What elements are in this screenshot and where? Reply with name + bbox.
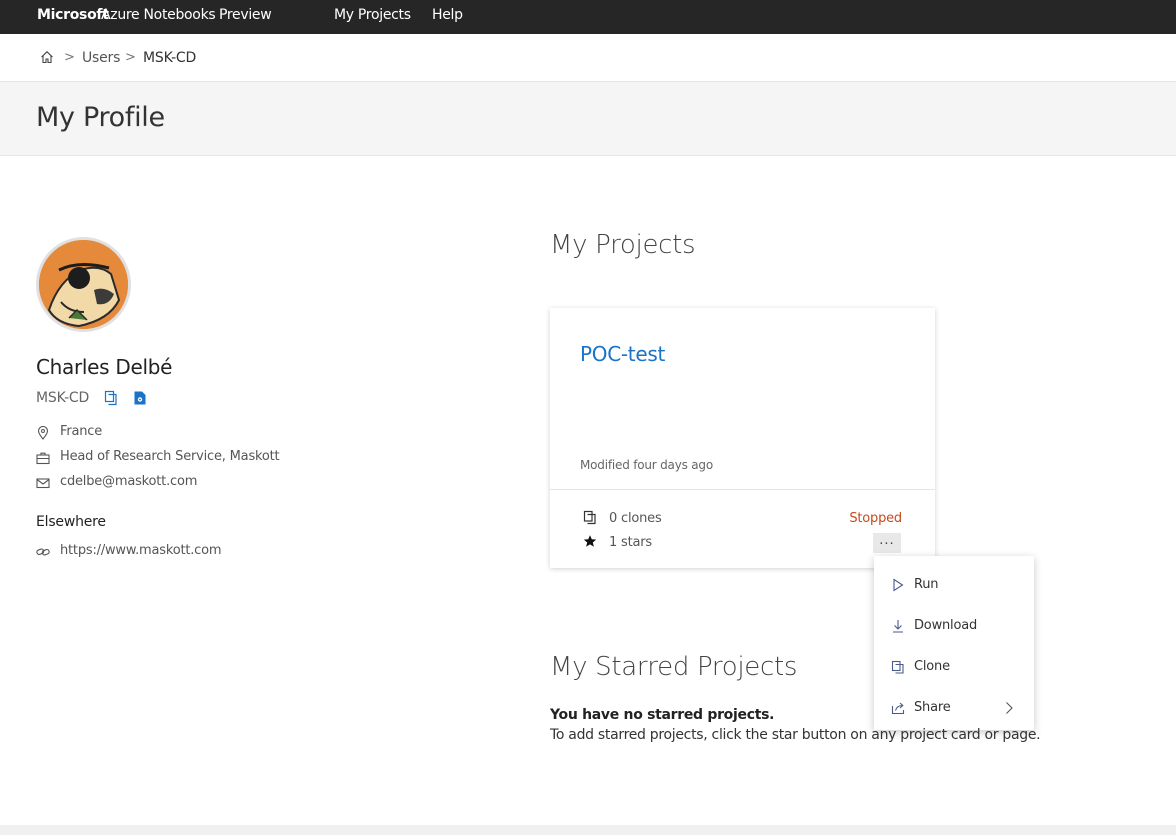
settings-file-icon[interactable] bbox=[133, 390, 147, 406]
menu-item-clone[interactable]: Clone bbox=[874, 648, 1034, 688]
brand-microsoft[interactable]: Microsoft bbox=[37, 7, 109, 23]
breadcrumb: > Users > MSK-CD bbox=[0, 34, 1176, 82]
breadcrumb-users[interactable]: Users bbox=[82, 50, 120, 66]
location-pin-icon bbox=[36, 426, 50, 440]
preview-label: Preview bbox=[219, 7, 272, 23]
job-text: Head of Research Service, Maskott bbox=[60, 449, 280, 464]
breadcrumb-separator: > bbox=[125, 50, 136, 65]
breadcrumb-separator: > bbox=[64, 50, 75, 65]
website-link[interactable]: https://www.maskott.com bbox=[60, 543, 222, 558]
my-projects-title: My Projects bbox=[550, 230, 696, 260]
brand-azure-notebooks[interactable]: Azure Notebooks bbox=[101, 7, 216, 23]
clones-count: 0 clones bbox=[609, 511, 662, 526]
page-header: My Profile bbox=[0, 82, 1176, 156]
menu-label-download: Download bbox=[914, 618, 978, 633]
avatar bbox=[36, 237, 131, 332]
copy-icon[interactable] bbox=[104, 390, 118, 406]
menu-label-share: Share bbox=[914, 700, 951, 715]
location-text: France bbox=[60, 424, 103, 439]
briefcase-icon bbox=[36, 451, 50, 465]
no-starred-heading: You have no starred projects. bbox=[550, 707, 775, 723]
email-link[interactable]: cdelbe@maskott.com bbox=[60, 474, 197, 489]
home-icon[interactable] bbox=[40, 50, 54, 64]
clone-icon bbox=[583, 510, 597, 525]
menu-item-download[interactable]: Download bbox=[874, 607, 1034, 647]
nav-my-projects[interactable]: My Projects bbox=[334, 7, 411, 23]
elsewhere-heading: Elsewhere bbox=[36, 514, 106, 530]
share-icon bbox=[891, 701, 905, 715]
star-icon[interactable] bbox=[583, 534, 597, 549]
my-starred-projects-title: My Starred Projects bbox=[550, 652, 798, 682]
nav-help[interactable]: Help bbox=[432, 7, 463, 23]
breadcrumb-current: MSK-CD bbox=[143, 50, 197, 66]
play-icon bbox=[891, 578, 905, 592]
mail-icon bbox=[36, 476, 50, 489]
menu-item-share[interactable]: Share bbox=[874, 689, 1034, 729]
profile-handle: MSK-CD bbox=[36, 390, 90, 406]
page-title: My Profile bbox=[36, 102, 165, 133]
project-context-menu: Run Download Clone Share bbox=[874, 556, 1034, 730]
card-divider bbox=[550, 489, 935, 490]
project-modified: Modified four days ago bbox=[580, 458, 713, 472]
top-nav-bar: Microsoft Azure Notebooks Preview My Pro… bbox=[0, 0, 1176, 34]
starred-hint-text: To add starred projects, click the star … bbox=[550, 727, 1041, 743]
profile-name: Charles Delbé bbox=[36, 355, 173, 379]
menu-label-clone: Clone bbox=[914, 659, 950, 674]
stars-count: 1 stars bbox=[609, 535, 652, 550]
menu-item-run[interactable]: Run bbox=[874, 566, 1034, 606]
clone-icon bbox=[891, 660, 905, 674]
project-name-link[interactable]: POC-test bbox=[580, 342, 665, 366]
link-icon bbox=[36, 545, 50, 558]
more-options-button[interactable]: ... bbox=[873, 533, 901, 553]
project-card[interactable]: POC-test Modified four days ago 0 clones… bbox=[550, 308, 935, 568]
footer-band bbox=[0, 825, 1176, 835]
chevron-right-icon bbox=[1002, 701, 1016, 715]
status-badge: Stopped bbox=[849, 511, 902, 526]
download-icon bbox=[891, 619, 905, 633]
menu-label-run: Run bbox=[914, 577, 939, 592]
